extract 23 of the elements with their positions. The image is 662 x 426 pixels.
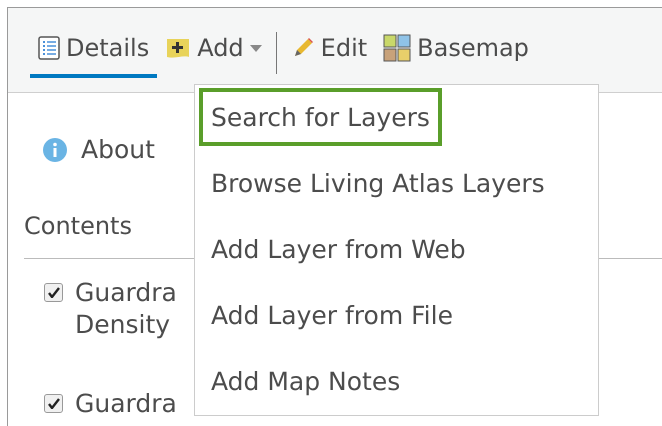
tab-label: Basemap bbox=[417, 34, 529, 62]
toolbar-tab[interactable]: Details bbox=[30, 22, 158, 78]
caret-icon bbox=[250, 44, 262, 52]
tab-label: Edit bbox=[320, 34, 368, 62]
add-layer-icon bbox=[165, 36, 192, 60]
layer-name: Guardra bbox=[75, 388, 177, 420]
layer-name: Density bbox=[75, 309, 172, 341]
toolbar-tab[interactable]: Edit bbox=[282, 22, 376, 78]
toolbar-tab[interactable]: Add bbox=[157, 22, 270, 78]
menu-item[interactable]: Search for Layers bbox=[199, 88, 442, 146]
toolbar-tab[interactable]: Basemap bbox=[375, 22, 537, 78]
info-icon bbox=[43, 138, 67, 162]
menu-item[interactable]: Add Layer from File bbox=[199, 286, 465, 344]
tab-label: Add bbox=[197, 34, 244, 62]
layer-name: Guardra bbox=[75, 277, 177, 309]
checkmark-icon bbox=[48, 398, 60, 409]
checkmark-icon bbox=[48, 287, 60, 298]
basemap-grid-icon bbox=[383, 34, 412, 62]
layer-checkbox[interactable] bbox=[44, 394, 63, 413]
layer-checkbox[interactable] bbox=[44, 283, 63, 302]
tab-label: Details bbox=[66, 34, 150, 62]
menu-item[interactable]: Add Map Notes bbox=[199, 352, 412, 410]
document-list-icon bbox=[38, 36, 60, 60]
